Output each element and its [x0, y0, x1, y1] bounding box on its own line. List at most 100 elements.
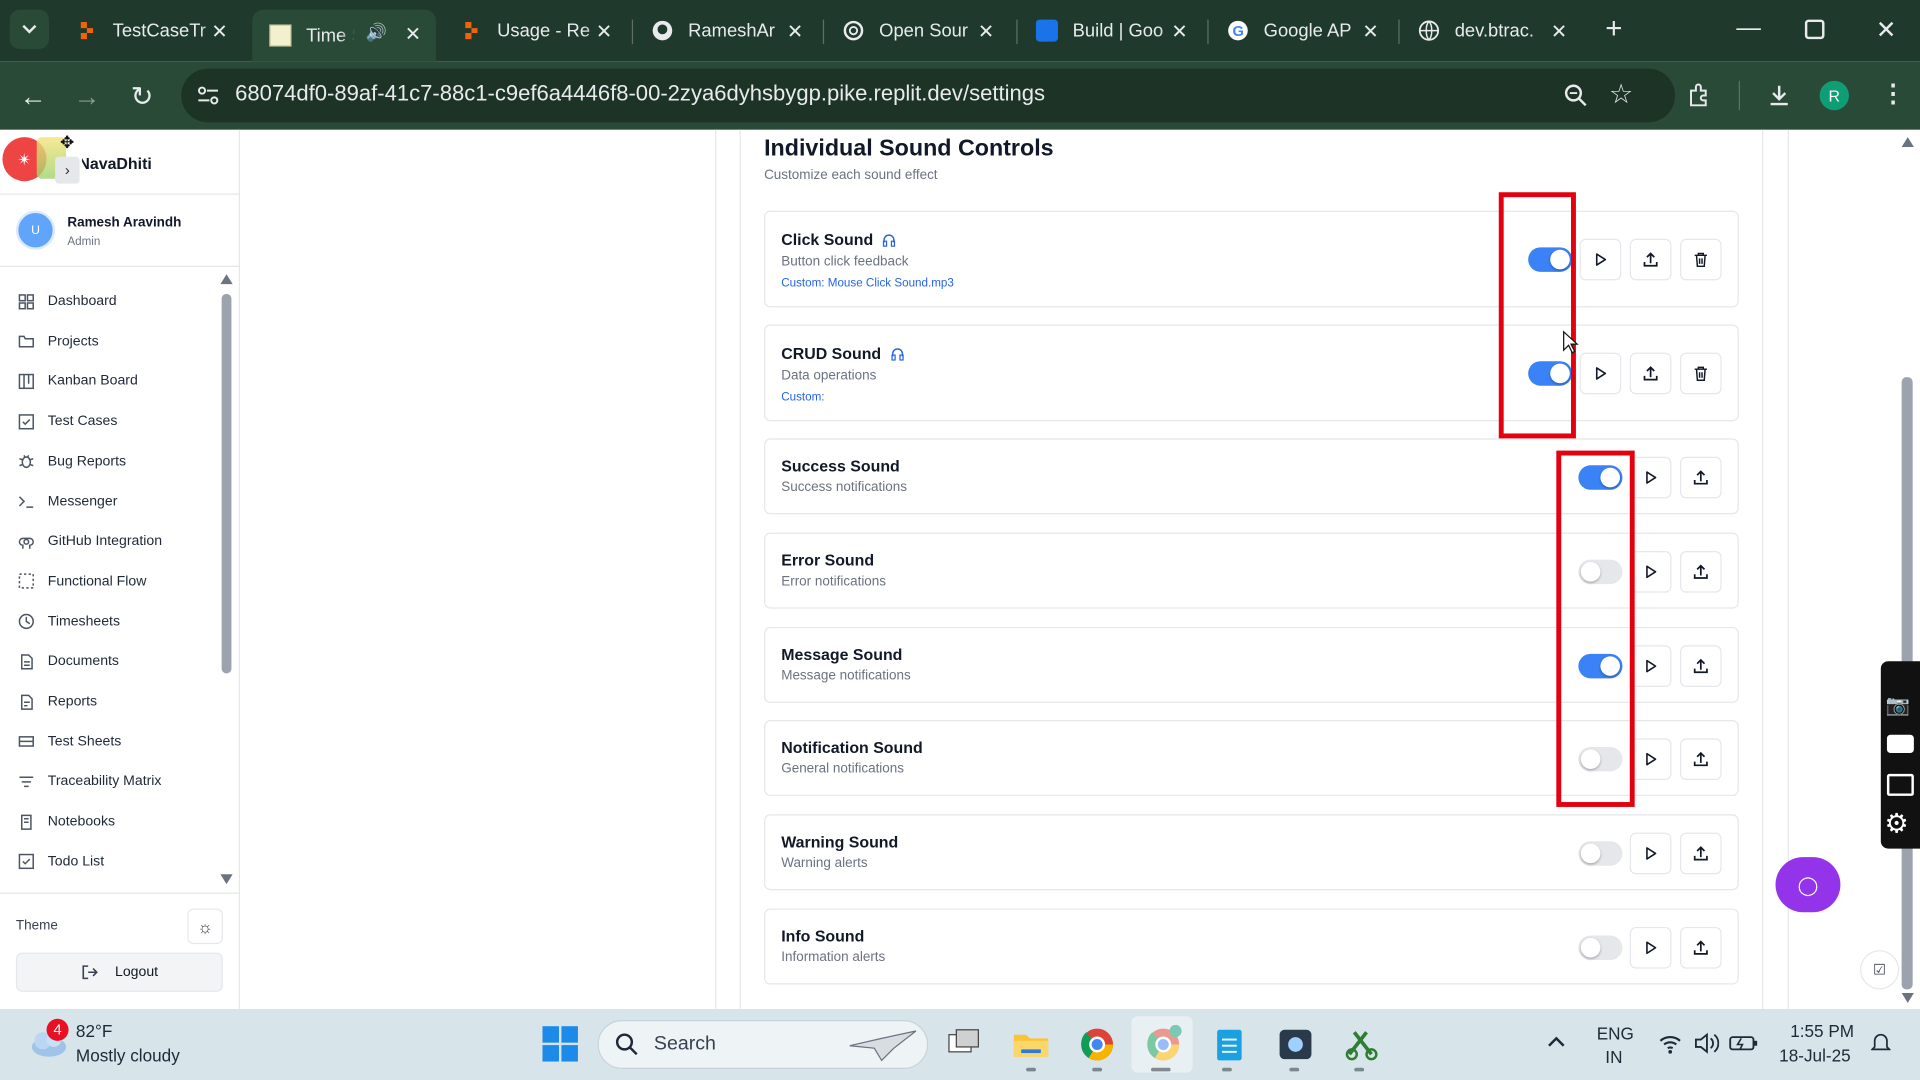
minimize-button[interactable]: — — [1736, 15, 1760, 44]
start-button[interactable] — [542, 1026, 578, 1062]
close-tab-icon[interactable]: ✕ — [1551, 20, 1567, 44]
chat-button[interactable]: ◯ — [1775, 857, 1841, 913]
upload-button[interactable] — [1680, 926, 1722, 969]
clock-time[interactable]: 1:55 PM — [1790, 1021, 1854, 1041]
weather-desc[interactable]: Mostly cloudy — [76, 1046, 180, 1066]
screen-recorder-icon[interactable] — [1276, 1025, 1315, 1064]
browser-tab[interactable]: Usage - Re ✕ — [443, 7, 627, 54]
sidebar-item-notebooks[interactable]: Notebooks — [16, 810, 115, 834]
browser-menu-icon[interactable]: ⋮ — [1881, 78, 1905, 109]
browser-tab[interactable]: Build | Goo ✕ — [1019, 7, 1203, 54]
new-tab-button[interactable]: + — [1599, 14, 1628, 44]
file-explorer-icon[interactable] — [1011, 1025, 1050, 1064]
upload-button[interactable] — [1680, 832, 1722, 875]
language-label[interactable]: ENG — [1597, 1024, 1634, 1044]
snipping-tool-icon[interactable] — [1342, 1025, 1381, 1064]
task-view-icon[interactable] — [945, 1025, 984, 1064]
back-button[interactable]: ← — [17, 81, 49, 113]
delete-button[interactable] — [1680, 238, 1722, 281]
browser-tab[interactable]: Open Sour ✕ — [825, 7, 1009, 54]
show-hidden-icons[interactable] — [1545, 1031, 1567, 1053]
volume-icon[interactable] — [1692, 1031, 1720, 1055]
close-tab-icon[interactable]: ✕ — [1171, 20, 1187, 44]
close-window-button[interactable]: ✕ — [1876, 15, 1900, 44]
notification-center-icon[interactable] — [1870, 1032, 1892, 1054]
scrollbar-thumb[interactable] — [221, 293, 232, 674]
url-text[interactable]: 68074df0-89af-41c7-88c1-c9ef6a4446f8-00-… — [235, 81, 1045, 107]
battery-icon[interactable] — [1729, 1033, 1758, 1053]
drag-handle-icon[interactable]: ✥ — [60, 132, 74, 153]
tasks-button[interactable]: ☑ — [1860, 950, 1900, 990]
upload-button[interactable] — [1629, 238, 1672, 281]
sidebar-item-test-cases[interactable]: Test Cases — [16, 409, 117, 433]
settings-gear-icon[interactable]: ⚙ — [1884, 808, 1908, 840]
extensions-icon[interactable] — [1685, 81, 1714, 110]
play-button[interactable] — [1629, 456, 1672, 499]
sidebar-item-traceability-matrix[interactable]: Traceability Matrix — [16, 769, 162, 793]
sidebar-collapse-button[interactable]: › — [55, 156, 80, 184]
upload-button[interactable] — [1629, 352, 1672, 395]
clock-date[interactable]: 18-Jul-25 — [1779, 1046, 1850, 1066]
tab-search-button[interactable] — [9, 9, 49, 49]
play-button[interactable] — [1629, 738, 1672, 780]
notepad-icon[interactable] — [1210, 1025, 1249, 1064]
close-tab-icon[interactable]: ✕ — [978, 20, 994, 44]
sidebar-item-projects[interactable]: Projects — [16, 329, 99, 353]
sidebar-item-todo-list[interactable]: Todo List — [16, 850, 104, 874]
browser-tab[interactable]: RameshAr ✕ — [634, 7, 818, 54]
theme-toggle-button[interactable]: ☼ — [187, 908, 223, 945]
sound-toggle[interactable] — [1578, 841, 1623, 866]
site-info-icon[interactable] — [193, 81, 222, 110]
play-button[interactable] — [1629, 926, 1672, 969]
play-button[interactable] — [1629, 645, 1672, 687]
close-tab-icon[interactable]: ✕ — [405, 22, 421, 46]
sidebar-item-timesheets[interactable]: Timesheets — [16, 609, 120, 633]
video-icon[interactable] — [1886, 734, 1914, 754]
play-button[interactable] — [1629, 832, 1672, 875]
restore-button[interactable] — [1804, 19, 1825, 40]
play-button[interactable] — [1579, 352, 1622, 395]
weather-temp[interactable]: 82°F — [76, 1021, 112, 1041]
play-button[interactable] — [1629, 551, 1672, 593]
page-scroll-up-icon[interactable] — [1901, 137, 1914, 147]
sidebar-item-bug-reports[interactable]: Bug Reports — [16, 449, 126, 473]
sidebar-item-functional-flow[interactable]: Functional Flow — [16, 569, 146, 593]
sidebar-item-test-sheets[interactable]: Test Sheets — [16, 729, 121, 753]
upload-button[interactable] — [1680, 645, 1722, 687]
close-tab-icon[interactable]: ✕ — [596, 20, 612, 44]
bookmark-star-icon[interactable]: ☆ — [1609, 78, 1633, 110]
forward-button[interactable]: → — [71, 81, 103, 113]
close-tab-icon[interactable]: ✕ — [787, 20, 803, 44]
upload-button[interactable] — [1680, 738, 1722, 780]
sidebar-item-messenger[interactable]: Messenger — [16, 489, 117, 513]
page-scroll-down-icon[interactable] — [1901, 993, 1914, 1003]
upload-button[interactable] — [1680, 551, 1722, 593]
browser-tab[interactable]: G Google AP ✕ — [1210, 7, 1394, 54]
download-icon[interactable] — [1764, 81, 1793, 110]
logout-button[interactable]: Logout — [15, 952, 223, 992]
sidebar-item-kanban-board[interactable]: Kanban Board — [16, 369, 138, 393]
wifi-icon[interactable] — [1658, 1032, 1682, 1054]
browser-tab[interactable]: dev.btrac. ✕ — [1401, 7, 1582, 54]
region-label[interactable]: IN — [1605, 1047, 1622, 1067]
profile-avatar[interactable]: R — [1819, 80, 1849, 111]
scroll-up-icon[interactable] — [220, 274, 233, 285]
scroll-down-icon[interactable] — [220, 874, 233, 885]
speaker-icon[interactable]: 🔊 — [366, 22, 387, 43]
sound-toggle[interactable] — [1578, 935, 1623, 960]
close-tab-icon[interactable]: ✕ — [1362, 20, 1378, 44]
reload-button[interactable]: ↻ — [126, 81, 158, 113]
sidebar-item-dashboard[interactable]: Dashboard — [16, 289, 117, 313]
browser-tab[interactable]: TestCaseTr ✕ — [59, 7, 243, 54]
zoom-icon[interactable] — [1561, 81, 1590, 110]
upload-button[interactable] — [1680, 456, 1722, 499]
window-capture-icon[interactable] — [1886, 773, 1914, 796]
close-tab-icon[interactable]: ✕ — [211, 20, 227, 44]
delete-button[interactable] — [1680, 352, 1722, 395]
sidebar-scrollbar[interactable] — [220, 274, 233, 886]
sidebar-item-documents[interactable]: Documents — [16, 649, 119, 673]
browser-tab[interactable]: Time S 🔊 ✕ — [252, 9, 436, 62]
camera-icon[interactable]: 📷 — [1886, 693, 1910, 717]
play-button[interactable] — [1579, 238, 1622, 281]
chrome-icon[interactable] — [1078, 1025, 1117, 1064]
